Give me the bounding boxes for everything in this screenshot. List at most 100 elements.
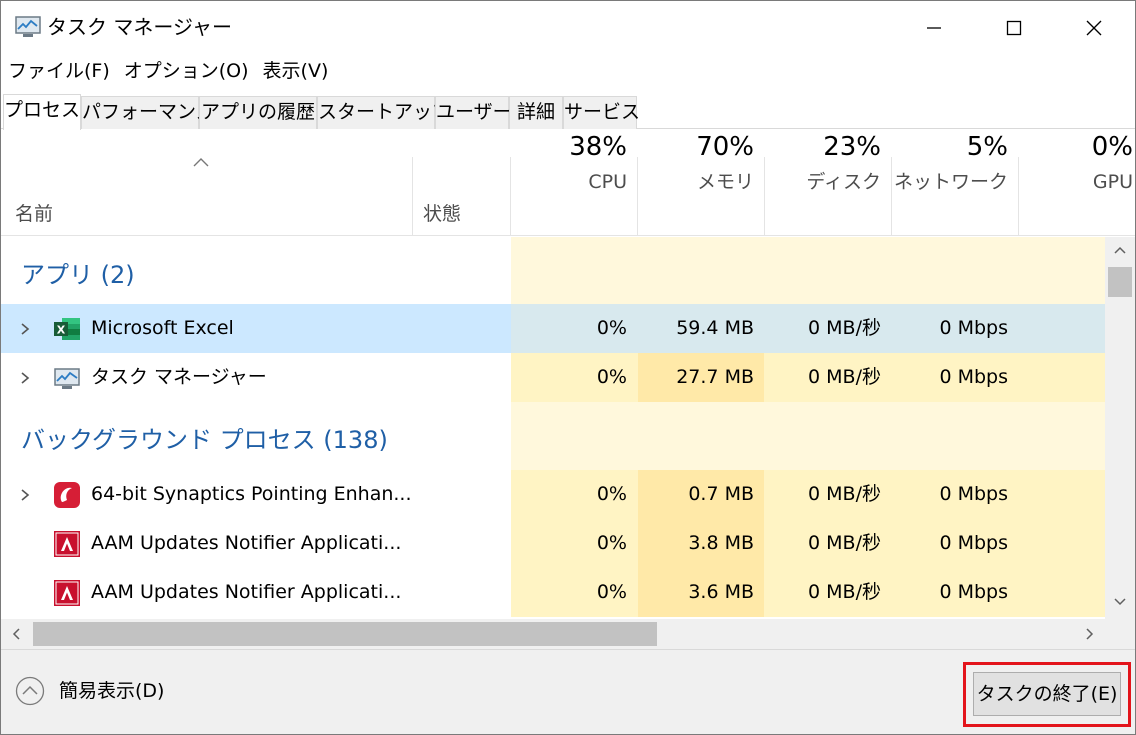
group-title-apps: アプリ (2) xyxy=(21,261,135,289)
column-cpu[interactable]: 38% CPU xyxy=(511,132,637,236)
synaptics-icon xyxy=(54,482,80,508)
cpu-value: 0% xyxy=(596,532,627,554)
window-title: タスク マネージャー xyxy=(47,15,232,39)
minimize-button[interactable] xyxy=(891,1,977,55)
simple-view-button[interactable]: 簡易表示(D) xyxy=(15,676,164,706)
column-divider[interactable] xyxy=(412,157,413,236)
network-percent: 5% xyxy=(966,132,1008,162)
memory-cell: 3.8 MB xyxy=(638,519,764,568)
process-name: Microsoft Excel xyxy=(91,317,234,339)
column-disk[interactable]: 23% ディスク xyxy=(765,132,891,236)
close-icon xyxy=(1086,20,1102,36)
network-value: 0 Mbps xyxy=(939,317,1008,339)
network-cell: 0 Mbps xyxy=(892,519,1018,568)
tab-details[interactable]: 詳細 xyxy=(509,96,563,129)
scroll-right-icon[interactable] xyxy=(1085,627,1095,641)
table-row[interactable]: AAM Updates Notifier Applicati... 0% 3.6… xyxy=(1,568,1105,617)
scroll-up-icon[interactable] xyxy=(1113,245,1127,255)
footer-bar: 簡易表示(D) タスクの終了(E) xyxy=(1,649,1135,734)
maximize-button[interactable] xyxy=(971,1,1057,55)
disk-cell: 0 MB/秒 xyxy=(765,353,891,402)
disk-cell: 0 MB/秒 xyxy=(765,568,891,617)
heat-background xyxy=(511,237,1105,304)
disk-cell: 0 MB/秒 xyxy=(765,519,891,568)
network-value: 0 Mbps xyxy=(939,366,1008,388)
process-list: アプリ (2) X Microsoft Excel 0% 59.4 MB 0 M… xyxy=(1,237,1105,619)
scroll-left-icon[interactable] xyxy=(11,627,21,641)
menu-options[interactable]: オプション(O) xyxy=(117,57,256,85)
gpu-percent: 0% xyxy=(1091,132,1133,162)
disk-value: 0 MB/秒 xyxy=(808,366,881,388)
chevron-right-icon[interactable] xyxy=(19,322,31,336)
tab-services[interactable]: サービス xyxy=(563,96,640,129)
cpu-cell: 0% xyxy=(511,568,637,617)
adobe-icon xyxy=(54,531,80,557)
column-gpu[interactable]: 0% GPU xyxy=(1019,132,1135,236)
task-manager-app-icon xyxy=(15,16,41,37)
column-network[interactable]: 5% ネットワーク xyxy=(892,132,1018,236)
network-cell: 0 Mbps xyxy=(892,353,1018,402)
menu-file[interactable]: ファイル(F) xyxy=(1,57,117,85)
memory-value: 3.8 MB xyxy=(688,532,754,554)
memory-percent: 70% xyxy=(696,132,754,162)
group-header-apps[interactable]: アプリ (2) xyxy=(1,237,1105,304)
column-memory[interactable]: 70% メモリ xyxy=(638,132,764,236)
close-button[interactable] xyxy=(1051,1,1135,55)
simple-view-label: 簡易表示(D) xyxy=(59,680,165,702)
tab-performance[interactable]: パフォーマンス xyxy=(81,96,215,129)
vertical-scrollbar[interactable] xyxy=(1105,237,1135,619)
adobe-icon xyxy=(54,580,80,606)
tab-startup[interactable]: スタートアップ xyxy=(317,96,451,129)
column-header: 名前 状態 38% CPU 70% メモリ 23% ディスク 5% ネットワーク… xyxy=(1,129,1135,236)
gpu-label: GPU xyxy=(1092,171,1133,193)
chevron-up-circle-icon xyxy=(15,676,45,706)
memory-value: 59.4 MB xyxy=(676,317,754,339)
group-title-background: バックグラウンド プロセス (138) xyxy=(21,426,388,454)
svg-text:X: X xyxy=(57,324,66,337)
excel-icon: X xyxy=(54,318,80,340)
chevron-right-icon[interactable] xyxy=(19,488,31,502)
horizontal-scroll-thumb[interactable] xyxy=(33,622,657,646)
disk-cell: 0 MB/秒 xyxy=(765,470,891,519)
task-manager-window: タスク マネージャー ファイル(F) オプション(O) 表示(V) プロセス パ… xyxy=(0,0,1136,735)
memory-value: 3.6 MB xyxy=(688,581,754,603)
disk-value: 0 MB/秒 xyxy=(808,581,881,603)
cpu-value: 0% xyxy=(596,317,627,339)
cpu-percent: 38% xyxy=(569,132,627,162)
horizontal-scrollbar[interactable] xyxy=(1,619,1105,649)
scroll-down-icon[interactable] xyxy=(1113,597,1127,607)
table-row[interactable]: 64-bit Synaptics Pointing Enhan... 0% 0.… xyxy=(1,470,1105,519)
table-row[interactable]: AAM Updates Notifier Applicati... 0% 3.8… xyxy=(1,519,1105,568)
menu-bar: ファイル(F) オプション(O) 表示(V) xyxy=(1,57,335,85)
process-name: タスク マネージャー xyxy=(91,366,267,388)
menu-view[interactable]: 表示(V) xyxy=(256,57,336,85)
tab-processes[interactable]: プロセス xyxy=(3,94,81,130)
chevron-right-icon[interactable] xyxy=(19,371,31,385)
memory-cell: 59.4 MB xyxy=(638,304,764,353)
memory-value: 27.7 MB xyxy=(676,366,754,388)
scrollbar-corner xyxy=(1105,619,1135,649)
vertical-scroll-thumb[interactable] xyxy=(1108,267,1132,297)
network-value: 0 Mbps xyxy=(939,483,1008,505)
network-cell: 0 Mbps xyxy=(892,568,1018,617)
tab-bar: プロセス パフォーマンス アプリの履歴 スタートアップ ユーザー 詳細 サービス xyxy=(1,94,1135,130)
tab-users[interactable]: ユーザー xyxy=(435,96,512,129)
cpu-cell: 0% xyxy=(511,470,637,519)
heat-background xyxy=(511,402,1105,470)
title-bar: タスク マネージャー xyxy=(1,1,1135,55)
process-name: 64-bit Synaptics Pointing Enhan... xyxy=(91,483,412,505)
table-row[interactable]: タスク マネージャー 0% 27.7 MB 0 MB/秒 0 Mbps xyxy=(1,353,1105,402)
column-name[interactable]: 名前 xyxy=(15,201,53,227)
memory-cell: 0.7 MB xyxy=(638,470,764,519)
disk-percent: 23% xyxy=(823,132,881,162)
column-state[interactable]: 状態 xyxy=(423,201,461,227)
maximize-icon xyxy=(1006,20,1022,36)
cpu-value: 0% xyxy=(596,483,627,505)
group-header-background[interactable]: バックグラウンド プロセス (138) xyxy=(1,402,1105,470)
task-manager-icon xyxy=(54,368,80,389)
network-value: 0 Mbps xyxy=(939,581,1008,603)
tab-app-history[interactable]: アプリの履歴 xyxy=(199,96,317,129)
end-task-button[interactable]: タスクの終了(E) xyxy=(973,672,1121,716)
network-cell: 0 Mbps xyxy=(892,304,1018,353)
table-row[interactable]: X Microsoft Excel 0% 59.4 MB 0 MB/秒 0 Mb… xyxy=(1,304,1105,353)
